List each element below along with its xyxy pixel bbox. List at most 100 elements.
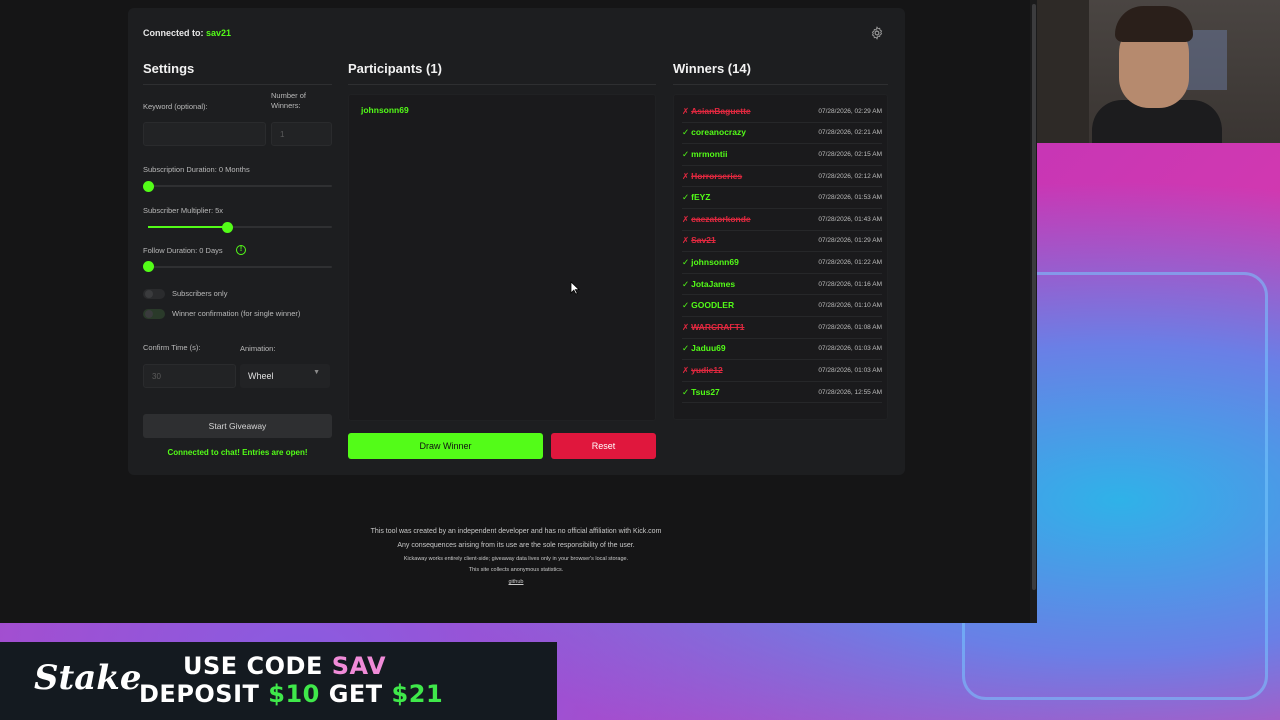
browser-window: Connected to: sav21 Settings Keyword (op…: [0, 0, 1037, 623]
cross-icon: ✗: [682, 235, 690, 246]
winner-timestamp: 07/28/2026, 12:55 AM: [818, 388, 882, 396]
winner-row: ✗ caezatorkonde 07/28/2026, 01:43 AM: [682, 209, 882, 231]
winner-row: ✓ coreanocrazy 07/28/2026, 02:21 AM: [682, 123, 882, 145]
cross-icon: ✗: [682, 170, 690, 181]
banner-get: GET: [319, 680, 392, 708]
winner-timestamp: 07/28/2026, 01:16 AM: [818, 280, 882, 288]
footer-github-link[interactable]: github: [230, 579, 802, 585]
sub-duration-label: Subscription Duration: 0 Months: [143, 165, 250, 174]
winner-row: ✗ yudie12 07/28/2026, 01:03 AM: [682, 360, 882, 382]
winners-count-input[interactable]: 1: [271, 122, 332, 146]
cross-icon: ✗: [682, 213, 690, 224]
chevron-down-icon: ▼: [313, 369, 320, 376]
connected-user: sav21: [206, 28, 232, 38]
winner-username: AsianBaguette: [691, 105, 751, 116]
footer-disclaimer-2: Any consequences arising from its use ar…: [397, 542, 635, 549]
check-icon: ✓: [682, 127, 690, 138]
winner-name: ✗ WARCRAFT1: [682, 322, 744, 333]
sub-multiplier-label: Subscriber Multiplier: 5x: [143, 206, 224, 215]
animation-select[interactable]: Wheel ▼: [240, 364, 330, 388]
gear-icon[interactable]: [870, 26, 884, 40]
webcam-feed: [1037, 0, 1280, 143]
winner-row: ✓ JotaJames 07/28/2026, 01:16 AM: [682, 274, 882, 296]
reset-button[interactable]: Reset: [551, 433, 656, 459]
webcam-person-hair: [1115, 6, 1193, 42]
winners-count-label-line2: Winners:: [271, 101, 301, 110]
subscribers-only-toggle[interactable]: [143, 289, 165, 299]
winner-name: ✗ yudie12: [682, 365, 723, 376]
participants-divider: [348, 84, 656, 85]
banner-use-code: USE CODE: [183, 652, 332, 680]
winner-username: Horrorseries: [691, 170, 743, 181]
start-giveaway-button[interactable]: Start Giveaway: [143, 414, 332, 438]
winner-confirmation-toggle[interactable]: [143, 309, 165, 319]
winners-divider: [673, 84, 888, 85]
winner-name: ✓ fEYZ: [682, 192, 711, 203]
winner-name: ✓ coreanocrazy: [682, 127, 746, 138]
winner-username: yudie12: [691, 364, 723, 375]
keyword-input[interactable]: [143, 122, 266, 146]
check-icon: ✓: [682, 256, 690, 267]
winner-username: WARCRAFT1: [691, 321, 745, 332]
winner-username: Tsus27: [691, 386, 720, 397]
winner-row: ✗ AsianBaguette 07/28/2026, 02:29 AM: [682, 101, 882, 123]
footer-disclaimer-1: This tool was created by an independent …: [370, 528, 662, 535]
check-icon: ✓: [682, 148, 690, 159]
follow-duration-slider[interactable]: [148, 266, 332, 268]
winner-row: ✓ Jaduu69 07/28/2026, 01:03 AM: [682, 339, 882, 361]
winner-timestamp: 07/28/2026, 02:12 AM: [818, 172, 882, 180]
check-icon: ✓: [682, 278, 690, 289]
sub-multiplier-slider[interactable]: [148, 226, 332, 228]
winner-timestamp: 07/28/2026, 01:03 AM: [818, 345, 882, 353]
participants-list: johnsonn69: [348, 94, 656, 421]
banner-code: SAV: [331, 652, 387, 680]
winner-name: ✓ Tsus27: [682, 387, 720, 398]
banner-deposit-amount: $10: [268, 680, 320, 708]
scrollbar-thumb[interactable]: [1032, 4, 1036, 590]
footer-disclaimer-4: This site collects anonymous statistics.: [468, 567, 564, 573]
sub-multiplier-slider-thumb[interactable]: [222, 222, 233, 233]
winner-name: ✗ Horrorseries: [682, 171, 742, 182]
settings-title: Settings: [143, 61, 195, 76]
check-icon: ✓: [682, 343, 690, 354]
winner-timestamp: 07/28/2026, 02:21 AM: [818, 129, 882, 137]
info-icon[interactable]: !: [236, 245, 246, 255]
webcam-background-shelf: [1037, 0, 1089, 143]
winner-username: JotaJames: [691, 278, 736, 289]
check-icon: ✓: [682, 386, 690, 397]
check-icon: ✓: [682, 300, 690, 311]
winner-name: ✓ Jaduu69: [682, 343, 726, 354]
confirm-time-input[interactable]: 30: [143, 364, 236, 388]
winner-timestamp: 07/28/2026, 01:22 AM: [818, 258, 882, 266]
winner-row: ✓ mrmontii 07/28/2026, 02:15 AM: [682, 144, 882, 166]
draw-winner-button[interactable]: Draw Winner: [348, 433, 543, 459]
winner-row: ✗ Horrorseries 07/28/2026, 02:12 AM: [682, 166, 882, 188]
sponsor-banner: Stake USE CODE SAV DEPOSIT $10 GET $21: [0, 642, 557, 720]
winner-name: ✓ JotaJames: [682, 279, 735, 290]
sub-multiplier-slider-fill: [148, 226, 227, 228]
winner-name: ✓ GOODLER: [682, 300, 734, 311]
keyword-label: Keyword (optional):: [143, 102, 208, 111]
winner-name: ✓ johnsonn69: [682, 257, 739, 268]
banner-bonus-amount: $21: [391, 680, 444, 708]
winner-confirmation-label: Winner confirmation (for single winner): [172, 309, 301, 318]
winner-timestamp: 07/28/2026, 02:15 AM: [818, 150, 882, 158]
winners-title: Winners (14): [673, 61, 751, 76]
participants-title: Participants (1): [348, 61, 442, 76]
mouse-cursor-icon: [570, 281, 580, 295]
animation-select-value: Wheel: [248, 371, 274, 381]
winner-timestamp: 07/28/2026, 02:29 AM: [818, 107, 882, 115]
sub-duration-slider-thumb[interactable]: [143, 181, 154, 192]
follow-duration-slider-thumb[interactable]: [143, 261, 154, 272]
winner-name: ✗ caezatorkonde: [682, 214, 751, 225]
winner-username: coreanocrazy: [691, 127, 746, 138]
winners-count-label-line1: Number of: [271, 91, 307, 100]
winner-username: fEYZ: [691, 192, 711, 203]
winner-name: ✗ Sav21: [682, 235, 716, 246]
toggle-dot: [145, 310, 153, 318]
sub-duration-slider[interactable]: [148, 185, 332, 187]
banner-line-2: DEPOSIT $10 GET $21: [139, 680, 443, 708]
subscribers-only-label: Subscribers only: [172, 289, 228, 298]
winner-username: caezatorkonde: [691, 213, 751, 224]
winner-row: ✗ Sav21 07/28/2026, 01:29 AM: [682, 231, 882, 253]
